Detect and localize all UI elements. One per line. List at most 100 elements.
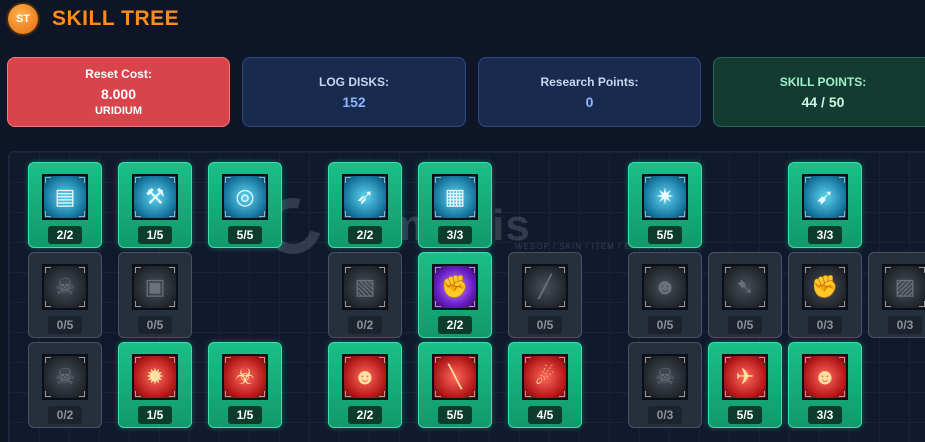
research-points-panel: Research Points: 0 (478, 57, 701, 127)
alien-head-icon: ☻ (342, 354, 388, 400)
icon-glyph: ✹ (145, 364, 165, 389)
research-points-label: Research Points: (540, 74, 639, 89)
icon-glyph: ☠ (55, 364, 75, 389)
skill-node[interactable]: ☻ 0/5 (628, 252, 702, 338)
skill-level-badge: 3/3 (438, 226, 472, 244)
header: ST SKILL TREE (8, 3, 179, 35)
skill-node[interactable]: ☻ 3/3 (788, 342, 862, 428)
skill-level-badge: 0/2 (48, 406, 82, 424)
skill-level-badge: 1/5 (138, 406, 172, 424)
skill-level-badge: 0/5 (728, 316, 762, 334)
power-fist-icon: ✊ (432, 264, 478, 310)
skill-level-badge: 0/2 (348, 316, 382, 334)
skill-level-badge: 0/3 (808, 316, 842, 334)
skill-node[interactable]: ✊ 2/2 (418, 252, 492, 338)
skill-node[interactable]: ╲ 5/5 (418, 342, 492, 428)
icon-glyph: ▧ (354, 274, 376, 299)
skill-node[interactable]: ▧ 0/2 (328, 252, 402, 338)
skill-node[interactable]: ☣ 1/5 (208, 342, 282, 428)
page-title: SKILL TREE (52, 7, 180, 30)
skill-points-panel: SKILL POINTS: 44 / 50 (713, 57, 925, 127)
skill-level-badge: 2/2 (348, 406, 382, 424)
skill-node[interactable]: ▤ 2/2 (28, 162, 102, 248)
icon-glyph: ☻ (813, 364, 837, 389)
icon-glyph: ╲ (448, 364, 462, 389)
skill-node[interactable]: ⚒ 1/5 (118, 162, 192, 248)
crate-icon: ▨ (882, 264, 925, 310)
skill-points-label: SKILL POINTS: (779, 74, 867, 89)
rocket-launcher-icon: ➶ (342, 174, 388, 220)
skill-level-badge: 2/2 (48, 226, 82, 244)
research-points-value: 0 (585, 93, 594, 110)
skill-node[interactable]: ☠ 0/3 (628, 342, 702, 428)
skill-node[interactable]: ▨ 0/3 (868, 252, 925, 338)
skill-level-badge: 0/3 (648, 406, 682, 424)
reset-cost-label: Reset Cost: (85, 67, 152, 81)
icon-glyph: ╱ (538, 274, 552, 299)
energy-blast-icon: ✷ (642, 174, 688, 220)
skill-level-badge: 1/5 (138, 226, 172, 244)
alien-head-icon: ☻ (642, 264, 688, 310)
icon-glyph: ☣ (235, 364, 255, 389)
skill-tree-logo: ST (8, 4, 38, 34)
skill-node[interactable]: ☻ 2/2 (328, 342, 402, 428)
skill-node[interactable]: ▣ 0/5 (118, 252, 192, 338)
icon-glyph: ➹ (815, 184, 835, 209)
icon-glyph: ✷ (655, 184, 675, 209)
armor-plating-icon: ▦ (432, 174, 478, 220)
skill-node[interactable]: ➶ 2/2 (328, 162, 402, 248)
icon-glyph: ▤ (54, 184, 76, 209)
alien-head-icon: ☻ (802, 354, 848, 400)
skill-node[interactable]: ☠ 0/2 (28, 342, 102, 428)
icon-glyph: ⚒ (145, 184, 165, 209)
skill-node[interactable]: ☠ 0/5 (28, 252, 102, 338)
missile-upgrade-icon: ➹ (802, 174, 848, 220)
icon-glyph: ✈ (735, 364, 755, 389)
biohazard-icon: ☣ (222, 354, 268, 400)
skill-level-badge: 1/5 (228, 406, 262, 424)
icon-glyph: ☠ (655, 364, 675, 389)
skill-level-badge: 5/5 (228, 226, 262, 244)
reset-cost-unit: URIDIUM (94, 105, 143, 117)
icon-glyph: ➷ (735, 274, 755, 299)
skill-level-badge: 3/3 (808, 406, 842, 424)
icon-glyph: ▣ (144, 274, 166, 299)
laser-beam-icon: ╱ (522, 264, 568, 310)
fighter-ship-icon: ✈ (722, 354, 768, 400)
icon-glyph: ☠ (55, 274, 75, 299)
icon-glyph: ▦ (444, 184, 466, 209)
skill-node[interactable]: ▦ 3/3 (418, 162, 492, 248)
log-disks-panel: LOG DISKS: 152 (242, 57, 466, 127)
wrench-repair-icon: ⚒ (132, 174, 178, 220)
skill-level-badge: 3/3 (808, 226, 842, 244)
icon-glyph: ☄ (535, 364, 555, 389)
skull-icon: ☠ (42, 354, 88, 400)
skill-node[interactable]: ➹ 3/3 (788, 162, 862, 248)
cannon-icon: ▣ (132, 264, 178, 310)
skill-node[interactable]: ➷ 0/5 (708, 252, 782, 338)
explosion-icon: ✹ (132, 354, 178, 400)
icon-glyph: ➶ (355, 184, 375, 209)
skill-level-badge: 5/5 (728, 406, 762, 424)
skill-node[interactable]: ✈ 5/5 (708, 342, 782, 428)
reset-cost-panel[interactable]: Reset Cost: 8.000 URIDIUM (7, 57, 230, 127)
skill-points-value: 44 / 50 (801, 93, 845, 110)
shield-plating-icon: ▤ (42, 174, 88, 220)
rifle-icon: ╲ (432, 354, 478, 400)
skill-level-badge: 4/5 (528, 406, 562, 424)
skill-node[interactable]: ◎ 5/5 (208, 162, 282, 248)
icon-glyph: ✊ (441, 274, 469, 299)
log-disks-value: 152 (342, 93, 366, 110)
radar-scope-icon: ◎ (222, 174, 268, 220)
skill-level-badge: 2/2 (438, 316, 472, 334)
skill-node[interactable]: ☄ 4/5 (508, 342, 582, 428)
skull-icon: ☠ (42, 264, 88, 310)
skill-node[interactable]: ✷ 5/5 (628, 162, 702, 248)
skill-level-badge: 5/5 (438, 406, 472, 424)
skill-node[interactable]: ✊ 0/3 (788, 252, 862, 338)
skill-node[interactable]: ╱ 0/5 (508, 252, 582, 338)
log-disks-label: LOG DISKS: (318, 74, 389, 89)
skill-level-badge: 0/3 (888, 316, 922, 334)
icon-glyph: ✊ (811, 274, 839, 299)
skill-node[interactable]: ✹ 1/5 (118, 342, 192, 428)
